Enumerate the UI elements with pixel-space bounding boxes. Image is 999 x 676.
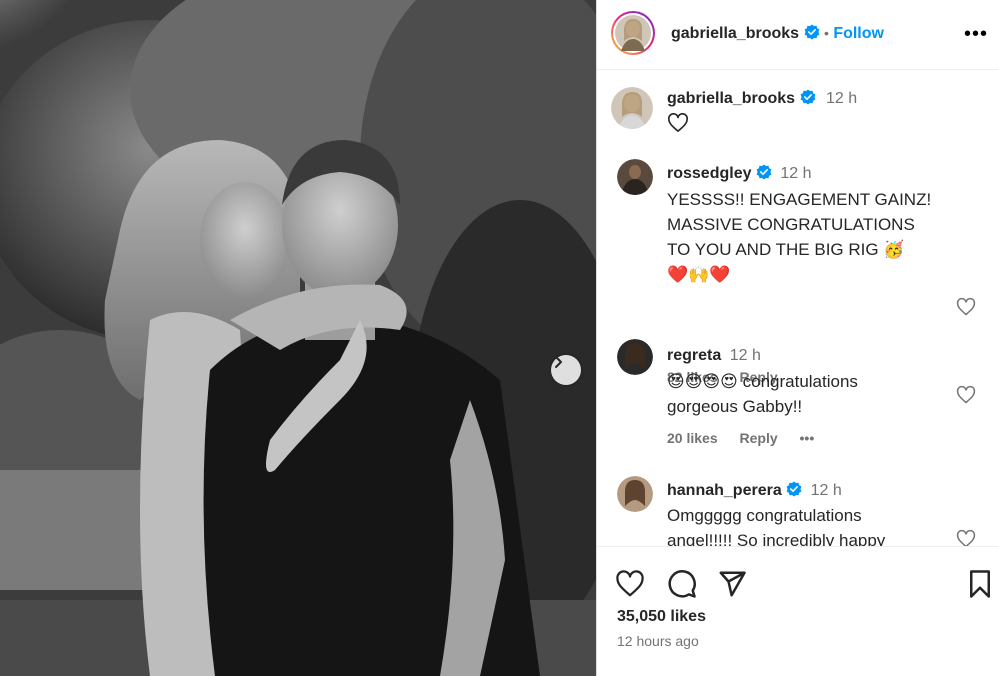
comment-line: YESSSS!! ENGAGEMENT GAINZ!: [667, 190, 932, 209]
comment-avatar[interactable]: [617, 159, 653, 195]
author-avatar-image: [615, 15, 651, 51]
separator-dot: •: [823, 25, 829, 41]
comment-line: TO YOU AND THE BIG RIG 🥳: [667, 240, 905, 259]
comment-meta: 20 likes Reply •••: [667, 430, 832, 446]
save-bookmark-icon[interactable]: [965, 569, 995, 599]
caption-avatar[interactable]: [611, 87, 653, 129]
comment-time: 12 h: [810, 482, 842, 499]
post-photo[interactable]: [0, 0, 596, 676]
more-icon: •••: [964, 22, 989, 45]
more-options-button[interactable]: •••: [964, 22, 988, 46]
comment-text: YESSSS!! ENGAGEMENT GAINZ! MASSIVE CONGR…: [667, 187, 957, 287]
photo-illustration: [0, 0, 596, 676]
like-icon[interactable]: [615, 569, 645, 599]
next-image-button[interactable]: [551, 355, 581, 385]
comment-header: rossedgley 12 h: [667, 164, 812, 183]
comment-time: 12 h: [780, 165, 812, 182]
chevron-right-icon: [555, 356, 562, 368]
verified-icon: [800, 89, 815, 105]
likes-count[interactable]: 35,050 likes: [617, 608, 706, 626]
comment-header: hannah_perera 12 h: [667, 481, 842, 500]
comment-more-button[interactable]: •••: [800, 430, 815, 446]
comment-avatar[interactable]: [617, 339, 653, 375]
reply-button[interactable]: Reply: [740, 430, 778, 446]
caption-header: gabriella_brooks 12 h: [667, 89, 857, 108]
author-username[interactable]: gabriella_brooks: [671, 25, 799, 42]
comment-icon[interactable]: [667, 569, 697, 599]
comment-like-icon[interactable]: [956, 529, 976, 546]
comment-username[interactable]: rossedgley: [667, 165, 751, 182]
comment-time: 12 h: [729, 347, 761, 364]
header-line: gabriella_brooks • Follow: [671, 24, 884, 43]
post-side-panel: gabriella_brooks • Follow ••• gabriella_…: [596, 0, 999, 676]
post-timestamp[interactable]: 12 hours ago: [617, 633, 699, 649]
author-avatar[interactable]: [611, 11, 655, 55]
comment-line: MASSIVE CONGRATULATIONS: [667, 215, 915, 234]
comment-avatar[interactable]: [617, 476, 653, 512]
heart-icon[interactable]: [667, 113, 689, 133]
comment-line: ❤️🙌❤️: [667, 265, 731, 284]
post-header: gabriella_brooks • Follow •••: [597, 0, 999, 70]
comment-username[interactable]: regreta: [667, 347, 721, 364]
caption-time: 12 h: [825, 90, 858, 107]
caption-username[interactable]: gabriella_brooks: [667, 90, 795, 107]
comment-header: regreta 12 h: [667, 347, 761, 365]
comments-list[interactable]: gabriella_brooks 12 h rossedgley 12 h YE…: [597, 71, 999, 546]
comment-line: angel!!!!! So incredibly happy: [667, 531, 886, 546]
comment-line: gorgeous Gabby!!: [667, 397, 803, 416]
comment-likes[interactable]: 20 likes: [667, 430, 718, 446]
verified-icon: [786, 481, 802, 497]
comment-text: 😍😍😍😍 congratulations gorgeous Gabby!!: [667, 369, 957, 419]
comment-line: 😍😍😍😍 congratulations: [667, 372, 858, 391]
comment-like-icon[interactable]: [956, 297, 976, 317]
comment-text: Omggggg congratulations angel!!!!! So in…: [667, 503, 957, 546]
follow-button[interactable]: Follow: [833, 25, 884, 42]
comment-like-icon[interactable]: [956, 385, 976, 405]
comment-line: Omggggg congratulations: [667, 506, 862, 525]
verified-icon: [804, 24, 819, 40]
verified-icon: [756, 164, 772, 180]
share-icon[interactable]: [717, 569, 747, 599]
comment-username[interactable]: hannah_perera: [667, 482, 782, 499]
